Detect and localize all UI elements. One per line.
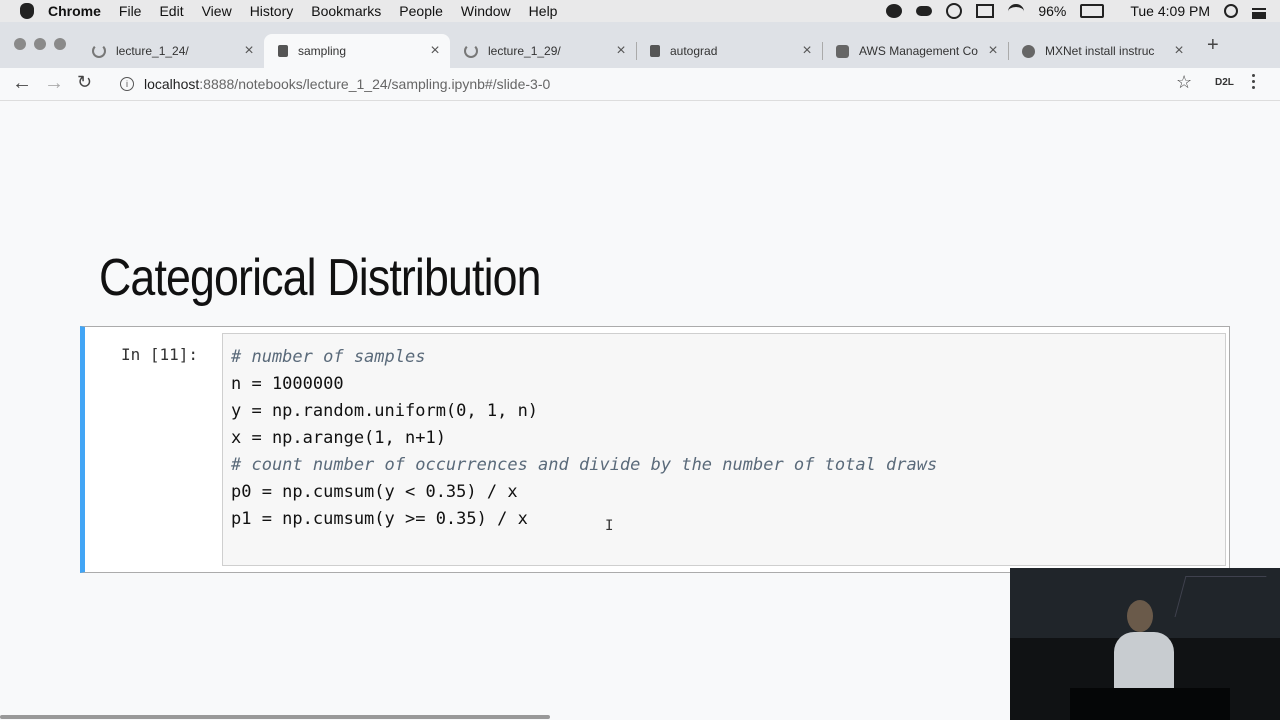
menu-people[interactable]: People [399,3,443,19]
webcam-video-overlay [1010,568,1280,720]
clock[interactable]: Tue 4:09 PM [1130,3,1210,19]
chalk-marks [1174,576,1267,617]
cloud-icon[interactable] [916,6,933,16]
close-tab-icon[interactable]: × [426,42,444,60]
menu-window[interactable]: Window [461,3,511,19]
menu-help[interactable]: Help [529,3,558,19]
spotlight-search-icon[interactable] [1224,4,1238,18]
code-cell[interactable]: In [11]: # number of samples n = 1000000… [80,326,1230,573]
close-tab-icon[interactable]: × [240,42,258,60]
tab-mxnet-install[interactable]: MXNet install instruc × [1008,34,1194,68]
bookmark-star-icon[interactable]: ☆ [1176,72,1192,93]
aws-icon [836,44,849,58]
notebook-icon [650,45,660,57]
tab-title: sampling [298,44,347,58]
address-bar[interactable]: i localhost:8888/notebooks/lecture_1_24/… [108,70,1206,98]
menu-edit[interactable]: Edit [159,3,183,19]
browser-toolbar: ← → ↻ i localhost:8888/notebooks/lecture… [0,68,1280,101]
back-arrow-icon[interactable]: ← [12,72,32,95]
close-tab-icon[interactable]: × [798,42,816,60]
url-path: :8888/notebooks/lecture_1_24/sampling.ip… [199,76,551,92]
code-block: # number of samples n = 1000000 y = np.r… [231,344,937,533]
code-line: p0 = np.cumsum(y < 0.35) / x [231,482,518,502]
url-host: localhost [144,76,200,92]
tab-lecture-1-24[interactable]: lecture_1_24/ × [78,34,264,68]
chrome-menu-icon[interactable] [1252,74,1256,92]
menu-file[interactable]: File [119,3,142,19]
globe-icon[interactable] [946,3,963,19]
lectern [1070,688,1230,720]
code-line: y = np.random.uniform(0, 1, n) [231,401,539,421]
tab-autograd[interactable]: autograd × [636,34,822,68]
presenter-body [1114,632,1174,692]
tab-strip: lecture_1_24/ × sampling × lecture_1_29/… [0,22,1280,68]
status-area: 96% Tue 4:09 PM [886,0,1266,22]
menu-bookmarks[interactable]: Bookmarks [311,3,381,19]
code-line: n = 1000000 [231,374,344,394]
text-cursor-icon: I [605,518,614,534]
loading-icon [92,44,106,58]
tab-sampling[interactable]: sampling × [264,34,450,68]
tab-title: AWS Management Co [859,44,978,58]
forward-arrow-icon[interactable]: → [44,72,64,95]
loading-icon [464,44,478,58]
tab-title: autograd [670,44,718,58]
menu-history[interactable]: History [250,3,294,19]
tab-title: MXNet install instruc [1045,44,1155,58]
code-line: p1 = np.cumsum(y >= 0.35) / x [231,509,528,529]
site-info-icon[interactable]: i [120,77,134,91]
status-app-icon[interactable] [886,4,903,18]
zoom-window-button[interactable] [54,38,66,50]
d2l-extension-button[interactable]: D2L [1215,77,1234,88]
tab-title: lecture_1_29/ [488,44,561,58]
code-input-area[interactable]: # number of samples n = 1000000 y = np.r… [222,333,1226,566]
code-line: # count number of occurrences and divide… [231,455,938,475]
reload-icon[interactable]: ↻ [77,72,92,93]
mxnet-icon [1022,44,1035,58]
tab-lecture-1-29[interactable]: lecture_1_29/ × [450,34,636,68]
menu-app-name[interactable]: Chrome [48,3,101,19]
code-line: x = np.arange(1, n+1) [231,428,446,448]
code-line: # number of samples [231,347,426,367]
airplay-icon[interactable] [976,4,995,18]
battery-percent: 96% [1038,3,1067,19]
horizontal-scrollbar[interactable] [0,715,550,719]
cell-prompt: In [11]: [121,345,199,364]
menu-view[interactable]: View [202,3,232,19]
slide-title: Categorical Distribution [99,249,542,307]
minimize-window-button[interactable] [34,38,46,50]
notification-center-icon[interactable] [1252,8,1266,14]
tab-aws-management[interactable]: AWS Management Co × [822,34,1008,68]
close-tab-icon[interactable]: × [984,42,1002,60]
new-tab-button[interactable]: + [1207,34,1219,57]
presenter-head [1127,600,1153,632]
close-window-button[interactable] [14,38,26,50]
close-tab-icon[interactable]: × [1170,42,1188,60]
wifi-icon[interactable] [1008,3,1025,19]
close-tab-icon[interactable]: × [612,42,630,60]
apple-logo-icon[interactable] [20,3,34,19]
macos-menu-bar: Chrome File Edit View History Bookmarks … [0,0,1280,22]
notebook-icon [278,45,288,57]
battery-icon[interactable] [1080,4,1105,18]
tab-title: lecture_1_24/ [116,44,189,58]
window-controls [14,38,66,50]
